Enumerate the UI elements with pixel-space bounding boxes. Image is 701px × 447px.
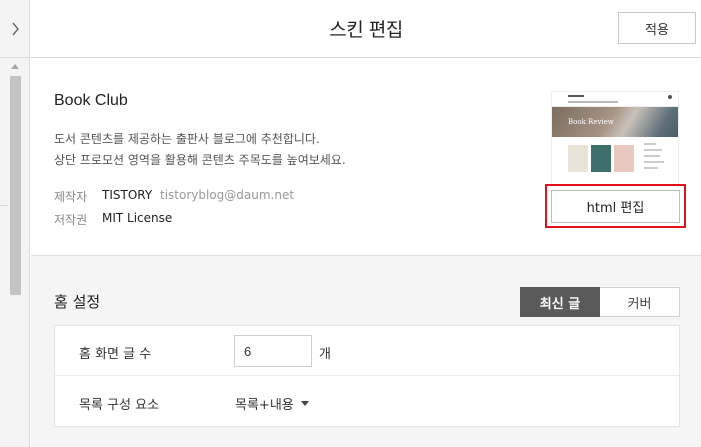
list-components-select[interactable]: 목록+내용	[235, 394, 309, 413]
list-components-label: 목록 구성 요소	[79, 398, 160, 413]
skin-name: Book Club	[54, 92, 128, 109]
expand-panel-button[interactable]	[0, 0, 30, 58]
thumbnail-topbar	[552, 92, 678, 107]
license-value: MIT License	[102, 211, 173, 225]
thumbnail-hero: Book Review	[552, 107, 678, 137]
skin-thumbnail: Book Review	[551, 91, 679, 186]
scrollbar[interactable]	[8, 58, 22, 447]
thumbnail-card	[614, 145, 634, 172]
html-edit-button[interactable]: html 편집	[551, 190, 680, 223]
thumbnail-card	[568, 145, 588, 172]
home-type-tabs: 최신 글 커버	[520, 287, 680, 317]
thumbnail-text-line	[644, 161, 664, 163]
skin-description-line: 상단 프로모션 영역을 활용해 콘텐츠 주목도를 높여보세요.	[54, 153, 346, 167]
post-count-row: 홈 화면 글 수 개	[55, 326, 679, 376]
caret-down-icon	[300, 401, 309, 406]
thumbnail-nav	[568, 101, 618, 103]
thumbnail-card	[591, 145, 611, 172]
page-title: 스킨 편집	[329, 19, 403, 41]
license-row: 저작권 MIT License	[54, 211, 172, 228]
tab-cover[interactable]: 커버	[600, 287, 680, 317]
maker-name: TISTORY	[102, 188, 153, 202]
post-count-input[interactable]	[234, 335, 312, 367]
thumbnail-hero-title: Book Review	[568, 118, 614, 126]
rail-divider	[0, 205, 8, 206]
post-count-unit: 개	[319, 347, 331, 362]
thumbnail-text-line	[644, 167, 658, 169]
left-rail	[0, 0, 30, 447]
home-settings-panel: 홈 화면 글 수 개 목록 구성 요소 목록+내용	[54, 325, 680, 427]
apply-button[interactable]: 적용	[618, 12, 696, 44]
maker-value: TISTORY tistoryblog@daum.net	[102, 188, 294, 205]
thumbnail-text-line	[644, 143, 656, 145]
list-components-value: 목록+내용	[235, 398, 294, 413]
editor-header: 스킨 편집 적용	[31, 0, 701, 58]
tab-latest-posts[interactable]: 최신 글	[520, 287, 600, 317]
scroll-up-arrow-icon[interactable]	[11, 64, 19, 69]
thumbnail-search-icon	[668, 95, 672, 99]
skin-info-card: Book Club 도서 콘텐츠를 제공하는 출판사 블로그에 추천합니다. 상…	[31, 59, 701, 256]
skin-description-line: 도서 콘텐츠를 제공하는 출판사 블로그에 추천합니다.	[54, 132, 320, 146]
maker-row: 제작자 TISTORY tistoryblog@daum.net	[54, 188, 294, 205]
post-count-label: 홈 화면 글 수	[79, 347, 152, 362]
thumbnail-text-line	[644, 155, 660, 157]
home-settings-title: 홈 설정	[54, 293, 101, 311]
list-components-row: 목록 구성 요소 목록+내용	[55, 377, 679, 427]
maker-email: tistoryblog@daum.net	[160, 188, 295, 202]
chevron-right-icon	[11, 22, 19, 35]
skin-description: 도서 콘텐츠를 제공하는 출판사 블로그에 추천합니다. 상단 프로모션 영역을…	[54, 129, 346, 171]
license-label: 저작권	[54, 213, 88, 227]
home-settings-section: 홈 설정 최신 글 커버 홈 화면 글 수 개 목록 구성 요소 목록+내용	[31, 256, 701, 447]
thumbnail-logo	[568, 95, 584, 97]
scrollbar-thumb[interactable]	[10, 76, 21, 295]
maker-label: 제작자	[54, 190, 88, 204]
thumbnail-text-line	[644, 149, 662, 151]
thumbnail-body	[552, 137, 678, 185]
